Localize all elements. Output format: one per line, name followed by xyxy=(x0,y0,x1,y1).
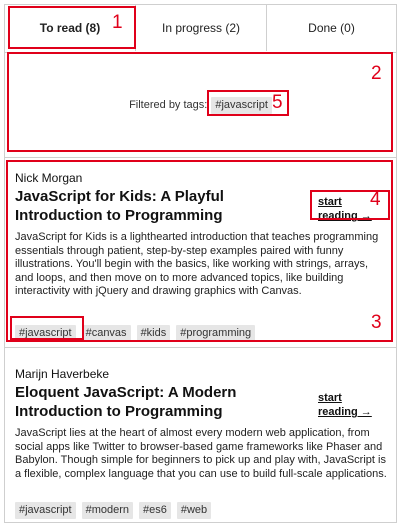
tag-es6[interactable]: #es6 xyxy=(139,502,171,519)
tag-canvas[interactable]: #canvas xyxy=(81,325,131,342)
annotation-number-3: 3 xyxy=(371,312,382,333)
tab-done[interactable]: Done (0) xyxy=(266,5,396,51)
tag-programming[interactable]: #programming xyxy=(176,325,256,342)
start-reading-link[interactable]: start reading → xyxy=(318,391,384,419)
annotation-number-1: 1 xyxy=(112,12,123,33)
filter-panel: Filtered by tags: #javascript xyxy=(5,53,396,158)
book-author: Nick Morgan xyxy=(15,171,83,185)
book-title: Eloquent JavaScript: A Modern Introducti… xyxy=(15,384,237,420)
tab-bar: To read (8) In progress (2) Done (0) xyxy=(5,5,396,53)
book-description: JavaScript lies at the heart of almost e… xyxy=(15,427,387,480)
filter-row: Filtered by tags: #javascript xyxy=(5,95,396,115)
book-card: Marijn Haverbeke Eloquent JavaScript: A … xyxy=(5,357,396,522)
tag-web[interactable]: #web xyxy=(176,502,212,519)
tag-javascript[interactable]: #javascript xyxy=(15,502,76,519)
book-description: JavaScript for Kids is a lighthearted in… xyxy=(15,231,379,297)
book-tags: #javascript #canvas #kids #programming xyxy=(15,325,256,342)
tag-kids[interactable]: #kids xyxy=(136,325,171,342)
annotation-number-5: 5 xyxy=(272,92,283,113)
filter-label: Filtered by tags: xyxy=(129,99,208,111)
annotation-number-2: 2 xyxy=(371,63,382,84)
filter-tag-javascript[interactable]: #javascript xyxy=(211,96,272,114)
tag-javascript[interactable]: #javascript xyxy=(15,325,76,342)
tag-modern[interactable]: #modern xyxy=(81,502,133,519)
book-title: JavaScript for Kids: A Playful Introduct… xyxy=(15,188,224,224)
book-card: Nick Morgan JavaScript for Kids: A Playf… xyxy=(5,161,396,348)
app-frame: To read (8) In progress (2) Done (0) Fil… xyxy=(4,4,397,523)
annotation-number-4: 4 xyxy=(370,189,381,210)
book-author: Marijn Haverbeke xyxy=(15,367,110,381)
tab-in-progress[interactable]: In progress (2) xyxy=(135,5,266,51)
book-tags: #javascript #modern #es6 #web xyxy=(15,502,212,519)
